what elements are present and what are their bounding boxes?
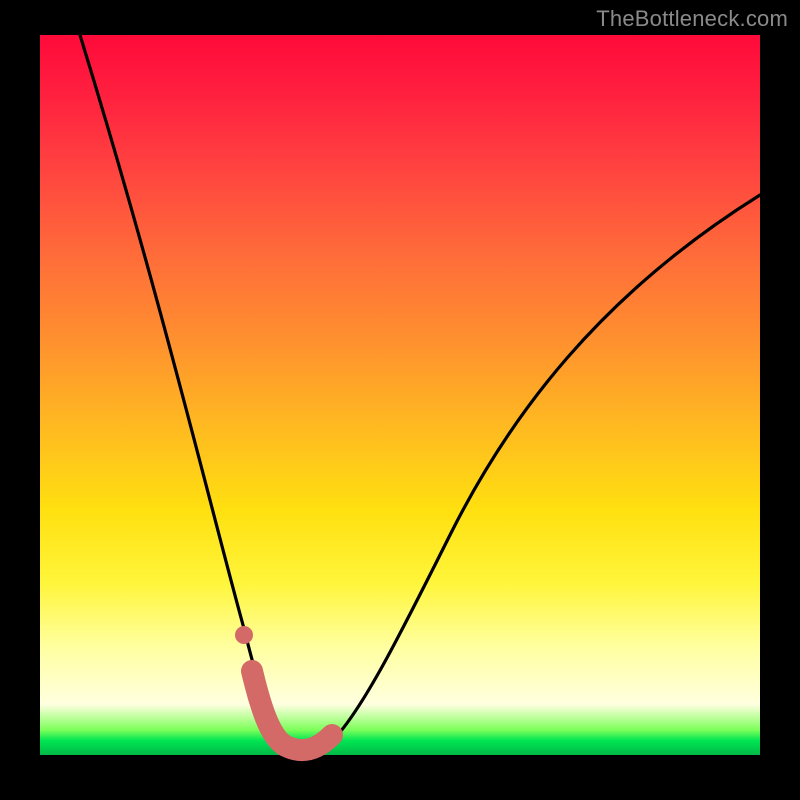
sweet-spot-segment [252,671,332,750]
chart-frame: TheBottleneck.com [0,0,800,800]
plot-area [40,35,760,755]
watermark-text: TheBottleneck.com [596,6,788,32]
bottleneck-curve [80,35,760,754]
curve-layer [40,35,760,755]
sweet-spot-dot [235,626,253,644]
